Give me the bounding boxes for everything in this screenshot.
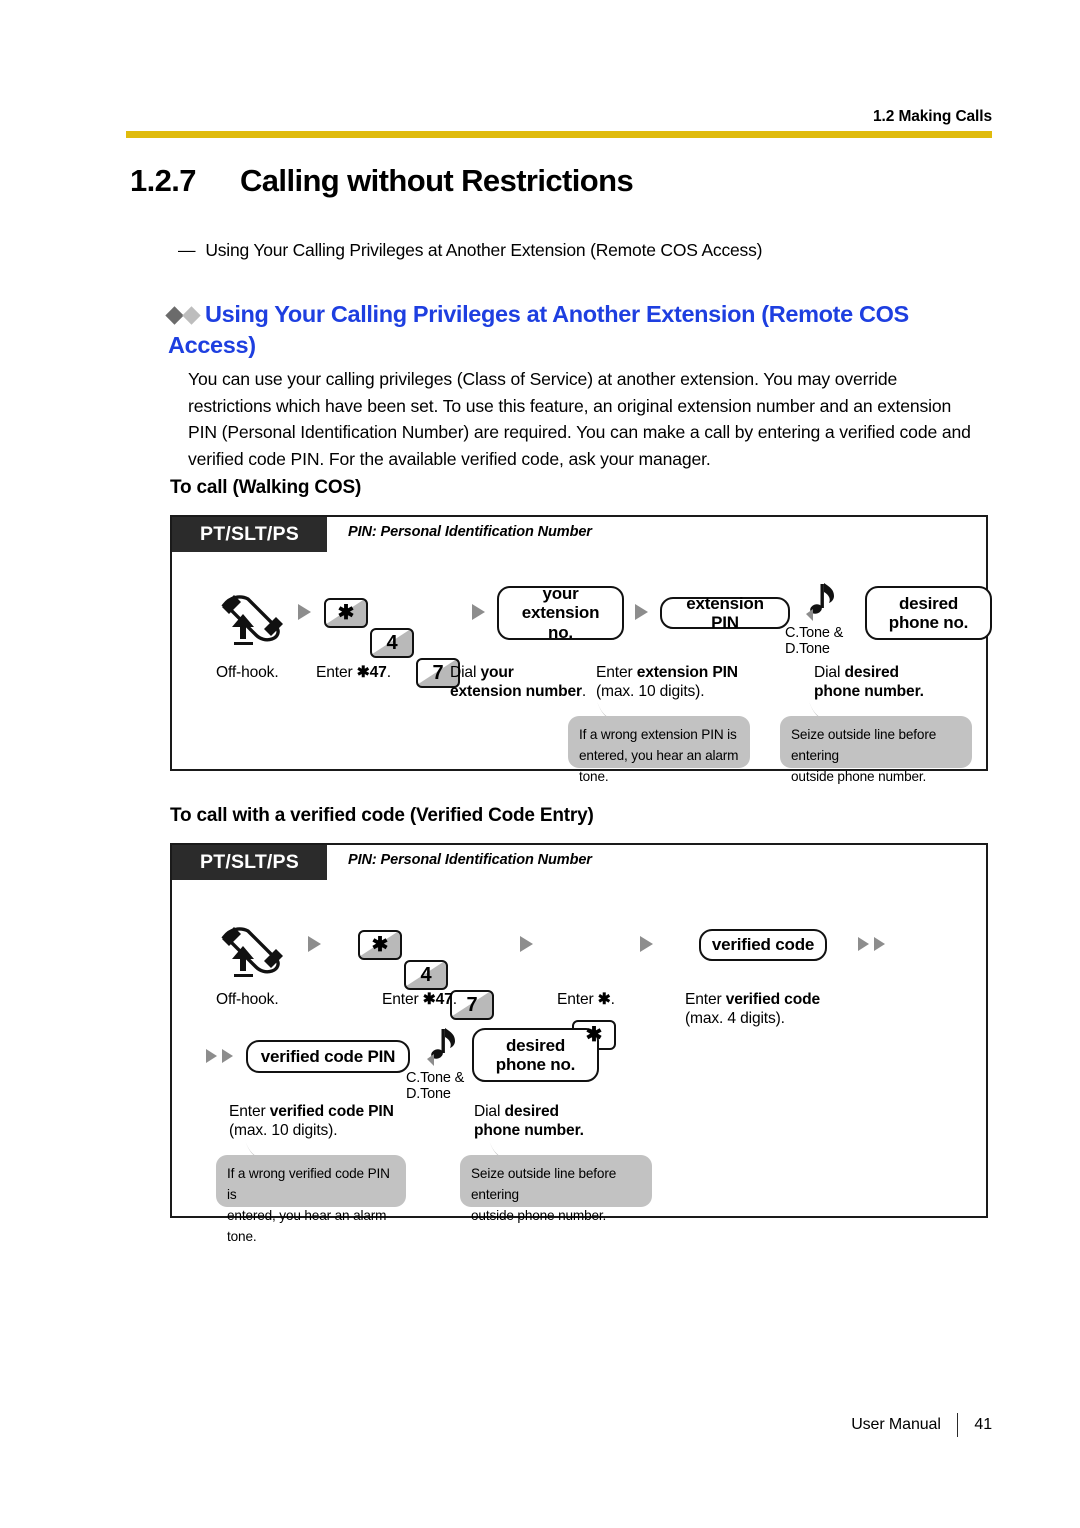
tone-note-icon (425, 1024, 459, 1073)
tone-label: C.Tone & D.Tone (785, 625, 843, 658)
toc-dash: — (178, 240, 196, 260)
off-hook-handset-icon (214, 589, 286, 650)
section-number: 1.2.7 (130, 163, 197, 198)
caption-enter-verified-code: Enter verified code (max. 4 digits). (685, 991, 820, 1027)
footer-separator (956, 1413, 959, 1437)
footer-page-number: 41 (974, 1416, 992, 1433)
caption-enter-star: Enter ✱. (557, 991, 615, 1008)
flow-arrow-4b-icon (874, 937, 885, 951)
callout-wrong-verified-code-pin: If a wrong verified code PIN is entered,… (216, 1137, 406, 1244)
flow-arrow-2-icon (472, 604, 485, 620)
callout-seize-outside-line: Seize outside line before entering outsi… (460, 1137, 652, 1223)
tone-label: C.Tone & D.Tone (406, 1070, 464, 1103)
pill-line1: desired (505, 1035, 566, 1055)
pill-verified-code: verified code (699, 929, 827, 961)
tone-label-line1: C.Tone & (406, 1070, 465, 1086)
flow-arrow-5a-icon (206, 1049, 217, 1063)
pill-line2: extension no. (521, 603, 600, 642)
tone-label-line2: D.Tone (785, 641, 830, 658)
pill-extension-pin: extension PIN (660, 594, 790, 632)
procedure2-subhead: To call with a verified code (Verified C… (170, 805, 594, 826)
flow-arrow-4a-icon (858, 937, 869, 951)
pill-line1: desired (898, 593, 959, 613)
callout-seize-outside-line: Seize outside line before entering outsi… (780, 698, 972, 784)
off-hook-handset-icon (214, 921, 286, 982)
flow-arrow-3-icon (635, 604, 648, 620)
procedure1-diagram: PT/SLT/PS PIN: Personal Identification N… (170, 515, 992, 784)
caption-dial-extension-number: Dial your extension number. (450, 664, 587, 700)
caption-enter-star47: Enter ✱47. (316, 664, 391, 681)
key-4: 4 (370, 628, 414, 658)
toc-entry-text: Using Your Calling Privileges at Another… (205, 240, 763, 260)
feature-heading: Using Your Calling Privileges at Another… (165, 298, 994, 362)
callout-wrong-extension-pin: If a wrong extension PIN is entered, you… (568, 698, 750, 784)
callout-tail-icon (478, 1137, 508, 1159)
pill-line2: phone no. (888, 613, 969, 632)
tone-label-line1: C.Tone & (785, 625, 844, 641)
procedure2-pin-note: PIN: Personal Identification Number (348, 852, 592, 868)
caption-off-hook: Off-hook. (216, 991, 279, 1008)
feature-heading-text: Using Your Calling Privileges at Another… (168, 301, 909, 359)
key-star: ✱ (324, 598, 368, 628)
flow-arrow-1-icon (298, 604, 311, 620)
key-4: 4 (404, 960, 448, 990)
document-page: 1.2 Making Calls 1.2.7 Calling without Re… (0, 0, 1080, 1528)
callout-tail-icon (798, 698, 828, 720)
callout-tail-icon (234, 1137, 264, 1159)
procedure1-subhead: To call (Walking COS) (170, 477, 362, 498)
flow-arrow-5b-icon (222, 1049, 233, 1063)
running-head: 1.2 Making Calls (872, 108, 992, 125)
section-toc-entry: — Using Your Calling Privileges at Anothe… (178, 240, 762, 261)
pill-desired-phone-no: desired phone no. (865, 586, 992, 640)
tone-label-line2: D.Tone (406, 1086, 451, 1103)
caption-enter-verified-code-pin: Enter verified code PIN (max. 10 digits)… (229, 1103, 394, 1139)
key-star: ✱ (358, 930, 402, 960)
procedure2-diagram: PT/SLT/PS PIN: Personal Identification N… (170, 843, 988, 1244)
caption-dial-desired-phone-number: Dial desired phone number. (474, 1103, 584, 1139)
flow-arrow-1-icon (308, 936, 321, 952)
procedure1-pin-note: PIN: Personal Identification Number (348, 524, 592, 540)
caption-dial-desired-phone-number: Dial desired phone number. (814, 664, 924, 700)
page-title: 1.2.7 Calling without Restrictions (130, 163, 634, 199)
diamond-bullet-light-icon (182, 306, 201, 325)
caption-enter-extension-pin: Enter extension PIN (max. 10 digits). (596, 664, 738, 700)
pill-verified-code-pin: verified code PIN (246, 1040, 410, 1073)
procedure2-device-tag: PT/SLT/PS (172, 845, 327, 880)
pill-line1: your (542, 583, 579, 603)
tone-note-icon (804, 579, 838, 628)
caption-enter-star47: Enter ✱47. (382, 991, 457, 1008)
header-rule (126, 131, 992, 138)
procedure1-device-tag: PT/SLT/PS (172, 517, 327, 552)
callout-tail-icon (586, 698, 616, 720)
flow-arrow-3-icon (640, 936, 653, 952)
page-footer: User Manual 41 (851, 1413, 992, 1437)
diamond-bullet-dark-icon (165, 306, 184, 325)
feature-bullets (165, 298, 201, 329)
pill-line2: phone no. (495, 1055, 576, 1074)
caption-off-hook: Off-hook. (216, 664, 279, 681)
flow-arrow-2-icon (520, 936, 533, 952)
section-title-text: Calling without Restrictions (240, 163, 634, 198)
footer-doc-name: User Manual (851, 1416, 941, 1433)
feature-description: You can use your calling privileges (Cla… (188, 369, 971, 470)
pill-your-extension-no: your extension no. (497, 583, 624, 642)
pill-desired-phone-no: desired phone no. (472, 1028, 599, 1082)
